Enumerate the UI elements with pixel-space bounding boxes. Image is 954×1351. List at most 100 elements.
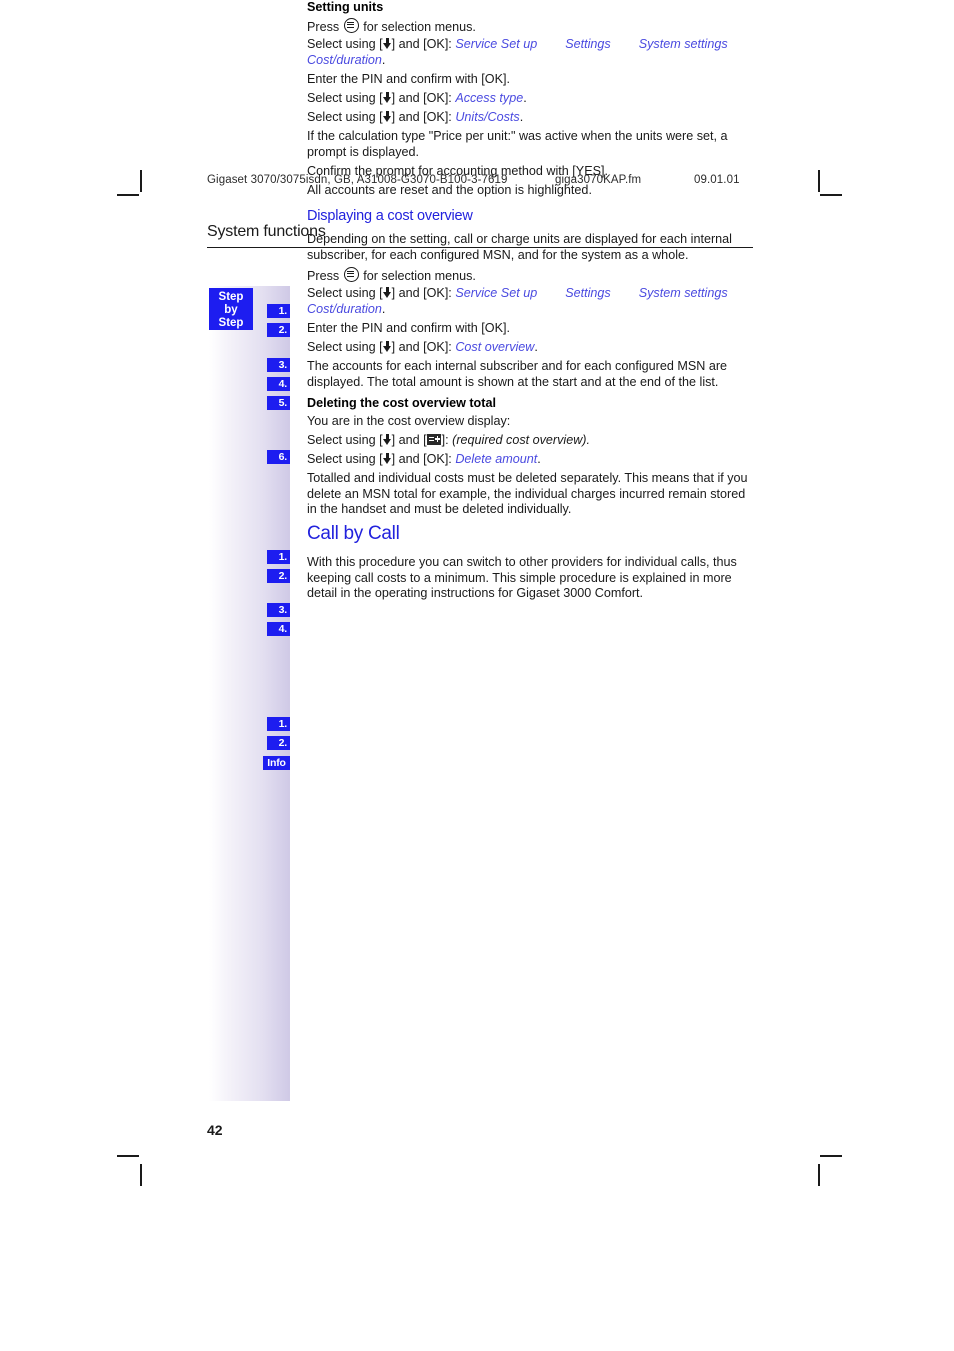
result-text: All accounts are reset and the option is… <box>307 183 592 197</box>
step-text: Press for selection menus. <box>307 267 757 285</box>
crop-mark-bottom-right-vertical <box>818 1164 820 1186</box>
step-text: Enter the PIN and confirm with [OK]. <box>307 321 510 335</box>
menu-path-item: Delete amount <box>455 452 538 466</box>
menu-path-item: Settings <box>565 37 611 51</box>
down-arrow-icon <box>382 453 392 464</box>
step-text-prefix: Press <box>307 20 340 34</box>
step-text-prefix: Select using [ <box>307 91 383 105</box>
menu-path-item: Access type <box>455 91 524 105</box>
step-text-prefix: Select using [ <box>307 433 383 447</box>
cost-overview-result: The accounts for each internal subscribe… <box>307 359 757 390</box>
step-by-step-line-1: Step <box>218 291 244 303</box>
step-text-prefix: Select using [ <box>307 452 383 466</box>
step-text-end: . <box>523 91 527 105</box>
step-chip: 6. <box>267 450 290 464</box>
setting-units-step-1: Press for selection menus. <box>307 18 757 36</box>
setting-units-step-4: Select using [ ] and [OK]: Access type. <box>307 91 757 107</box>
step-text-prefix: Select using [ <box>307 37 383 51</box>
step-text-italic: (required cost overview). <box>452 433 591 447</box>
result-text: The accounts for each internal subscribe… <box>307 359 728 389</box>
down-arrow-icon <box>382 287 392 298</box>
down-arrow-icon <box>382 111 392 122</box>
menu-path-item: Settings <box>565 286 611 300</box>
setting-units-note: If the calculation type "Price per unit:… <box>307 129 757 160</box>
menu-path-item: Cost/duration <box>307 301 382 316</box>
step-text-prefix: Select using [ <box>307 340 383 354</box>
cost-overview-step-2: Select using [] and [OK]: Service Set up… <box>307 286 757 317</box>
setting-units-step-6: Confirm the prompt for accounting method… <box>307 164 757 180</box>
step-text-middle: ] and [ <box>391 433 427 447</box>
section-setting-units: Setting units <box>307 0 757 16</box>
step-chip: 5. <box>267 396 290 410</box>
cost-overview-step-4: Select using [] and [OK]: Cost overview. <box>307 340 757 356</box>
step-chip: 1. <box>267 304 290 318</box>
step-text-middle: ] and [OK]: <box>391 37 452 51</box>
menu-key-icon <box>343 267 359 282</box>
step-text-suffix: for selection menus. <box>363 269 476 283</box>
deleting-total-step-1: Select using [] and []: (required cost o… <box>307 433 757 449</box>
step-text-middle: ] and [OK]: <box>391 91 452 105</box>
step-chip: 1. <box>267 717 290 731</box>
step-chip: 2. <box>267 736 290 750</box>
page-number: 42 <box>207 1122 223 1138</box>
step-chip: 1. <box>267 550 290 564</box>
step-text-end: . <box>381 301 386 316</box>
crop-mark-top-right-horizontal <box>820 194 842 196</box>
menu-path-item: Cost/duration <box>307 52 382 67</box>
crop-mark-bottom-right-horizontal <box>820 1155 842 1157</box>
cost-overview-step-1: Press for selection menus. <box>307 267 757 285</box>
note-text: If the calculation type "Price per unit:… <box>307 129 728 159</box>
menu-path-item: Service Set up <box>455 286 538 300</box>
step-text: Select using [] and [OK]: Cost overview. <box>307 340 757 356</box>
step-text-end: . <box>381 52 386 67</box>
call-by-call-body: With this procedure you can switch to ot… <box>307 555 757 602</box>
step-text: Enter the PIN and confirm with [OK]. <box>307 72 510 86</box>
step-text: Select using [] and [OK]: Units/Costs. <box>307 110 757 126</box>
crop-mark-top-right-vertical <box>818 170 820 192</box>
intro-text: You are in the cost overview display: <box>307 414 511 428</box>
step-chip: 3. <box>267 358 290 372</box>
step-text-end: . <box>519 110 524 124</box>
step-chip: 2. <box>267 569 290 583</box>
menu-path-item: System settings <box>638 37 728 51</box>
step-text: Select using [] and [OK]: Service Set up… <box>307 37 757 68</box>
step-by-step-line-2: by <box>224 304 238 316</box>
down-arrow-icon <box>382 38 392 49</box>
step-text-middle: ] and [OK]: <box>391 110 452 124</box>
deleting-total-step-2: Select using [] and [OK]: Delete amount. <box>307 452 757 468</box>
menu-path-item: Cost overview <box>455 340 535 354</box>
menu-key-icon <box>343 18 359 33</box>
down-arrow-icon <box>382 434 392 445</box>
crop-mark-top-left-horizontal <box>117 194 139 196</box>
down-arrow-icon <box>382 341 392 352</box>
section-heading: Deleting the cost overview total <box>307 396 496 410</box>
setting-units-step-5: Select using [] and [OK]: Units/Costs. <box>307 110 757 126</box>
section-deleting-total: Deleting the cost overview total <box>307 396 757 412</box>
step-text: Select using [] and [OK]: Service Set up… <box>307 286 757 317</box>
deleting-total-info: Totalled and individual costs must be de… <box>307 471 757 518</box>
crop-mark-bottom-left-horizontal <box>117 1155 139 1157</box>
step-text: Select using [] and [OK]: Delete amount. <box>307 452 757 468</box>
step-text-prefix: Select using [ <box>307 286 383 300</box>
intro-text: Depending on the setting, call or charge… <box>307 232 732 262</box>
info-text: Totalled and individual costs must be de… <box>307 471 748 517</box>
crop-mark-bottom-left-vertical <box>140 1164 142 1186</box>
setting-units-result: All accounts are reset and the option is… <box>307 183 757 199</box>
section-heading: Call by Call <box>307 523 400 544</box>
section-heading: Displaying a cost overview <box>307 208 473 224</box>
step-chip: 4. <box>267 377 290 391</box>
cost-overview-intro: Depending on the setting, call or charge… <box>307 232 757 263</box>
step-chip: 4. <box>267 622 290 636</box>
section-cost-overview: Displaying a cost overview <box>307 208 757 225</box>
info-chip: Info <box>263 756 290 770</box>
step-by-step-line-3: Step <box>218 317 244 329</box>
step-chip: 3. <box>267 603 290 617</box>
step-text-middle: ] and [OK]: <box>391 452 452 466</box>
step-text-prefix: Select using [ <box>307 110 383 124</box>
step-text: Select using [] and []: (required cost o… <box>307 433 757 449</box>
step-text: Select using [ ] and [OK]: Access type. <box>307 91 757 107</box>
step-text-end: . <box>534 340 538 354</box>
setting-units-step-2: Select using [] and [OK]: Service Set up… <box>307 37 757 68</box>
crop-mark-top-left-vertical <box>140 170 142 192</box>
step-text-prefix: Press <box>307 269 340 283</box>
